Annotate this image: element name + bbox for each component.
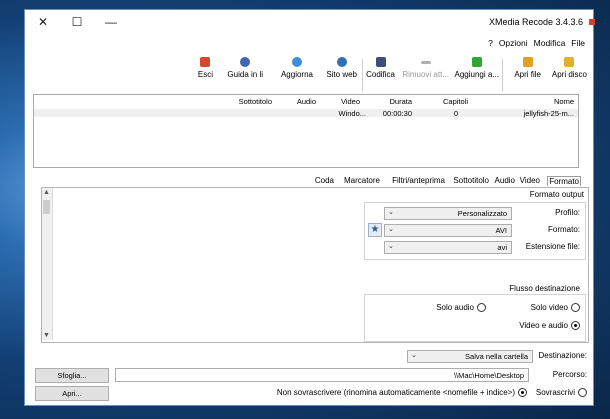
- maximize-icon[interactable]: ☐: [69, 15, 85, 29]
- file-list-table[interactable]: Nome Capitoli Durata Video Audio Sottoti…: [33, 94, 579, 168]
- column-header[interactable]: Durata: [389, 97, 412, 106]
- path-label: Percorso:: [552, 370, 587, 379]
- toolbar-separator: [502, 59, 503, 91]
- window-title: XMedia Recode 3.4.3.6: [488, 17, 583, 27]
- profile-select[interactable]: Personalizzato ⌄: [384, 207, 512, 220]
- disc-icon: [564, 57, 575, 67]
- table-cell: jellyfish-25-m...: [523, 109, 574, 118]
- tab-sottotitolo[interactable]: Sottotitolo: [452, 176, 490, 185]
- no-overwrite-label: Non sovrascrivere (rinomina automaticame…: [276, 388, 515, 397]
- section-label: Formato output: [529, 190, 584, 199]
- tab-coda[interactable]: Coda: [314, 176, 335, 185]
- exit-button[interactable]: Esci: [198, 57, 213, 79]
- globe-icon: [336, 57, 347, 67]
- open-file-button[interactable]: Apri file: [514, 57, 541, 79]
- format-select[interactable]: AVI ⌄: [384, 224, 512, 237]
- minimize-icon[interactable]: —: [103, 15, 119, 29]
- encode-button[interactable]: Codifica: [366, 57, 395, 79]
- menu-bar: File Modifica Opzioni ?: [488, 38, 585, 48]
- destination-stream-group: [364, 294, 586, 342]
- destination-select[interactable]: Salva nella cartella ⌄: [407, 350, 533, 363]
- column-header[interactable]: Audio: [297, 97, 316, 106]
- table-cell: Windo...: [338, 109, 366, 118]
- video-only-radio[interactable]: [571, 303, 580, 312]
- open-disc-button[interactable]: Apri disco: [552, 57, 587, 79]
- menu-modifica[interactable]: Modifica: [534, 38, 566, 48]
- table-cell: 0: [453, 109, 458, 118]
- path-input[interactable]: \\Mac\Home\Desktop: [115, 368, 529, 382]
- menu-file[interactable]: File: [571, 38, 585, 48]
- website-button[interactable]: Sito web: [326, 57, 357, 79]
- folder-icon: [522, 57, 533, 67]
- extension-select[interactable]: avi ⌄: [384, 241, 512, 254]
- menu-help[interactable]: ?: [488, 38, 493, 48]
- help-icon: [240, 57, 251, 67]
- column-header[interactable]: Video: [341, 97, 360, 106]
- tab-formato[interactable]: Formato: [547, 176, 581, 186]
- menu-opzioni[interactable]: Opzioni: [499, 38, 528, 48]
- refresh-icon: [291, 57, 302, 67]
- vertical-scrollbar[interactable]: ▲ ▼: [42, 188, 53, 340]
- scroll-thumb[interactable]: [43, 200, 50, 214]
- destination-label: Destinazione:: [538, 351, 587, 360]
- tab-audio[interactable]: Audio: [494, 176, 516, 185]
- favorite-star-icon[interactable]: ★: [368, 223, 382, 237]
- column-header[interactable]: Sottotitolo: [239, 97, 272, 106]
- video-audio-radio[interactable]: [571, 321, 580, 330]
- table-row[interactable]: [34, 109, 578, 117]
- chevron-down-icon: ⌄: [388, 209, 394, 216]
- audio-only-radio[interactable]: [477, 303, 486, 312]
- online-help-button[interactable]: Guida in li: [227, 57, 263, 79]
- overwrite-radio[interactable]: [578, 388, 587, 397]
- section-label: Flusso destinazione: [509, 284, 580, 293]
- overwrite-label: Sovrascrivi: [535, 388, 575, 397]
- chevron-down-icon: ⌄: [411, 352, 417, 359]
- chevron-down-icon: ⌄: [388, 243, 394, 250]
- extension-label: Estensione file:: [525, 242, 580, 251]
- browse-button[interactable]: Sfoglia...: [35, 368, 109, 383]
- app-icon: [589, 19, 595, 25]
- tab-marcatore[interactable]: Marcatore: [343, 176, 381, 185]
- add-job-button[interactable]: Aggiungi a...: [455, 57, 499, 79]
- chevron-down-icon: ⌄: [388, 226, 394, 233]
- video-audio-label: Video e audio: [519, 321, 568, 330]
- toolbar: Apri disco Apri file Aggiungi a... Rimuo…: [123, 57, 591, 91]
- profile-label: Profilo:: [555, 208, 580, 217]
- minus-icon: [420, 61, 431, 64]
- no-overwrite-radio[interactable]: [518, 388, 527, 397]
- title-bar: ✕ ☐ — XMedia Recode 3.4.3.6: [25, 10, 595, 36]
- column-header[interactable]: Nome: [554, 97, 574, 106]
- app-window: ✕ ☐ — XMedia Recode 3.4.3.6 File Modific…: [24, 9, 595, 406]
- update-button[interactable]: Aggiorna: [281, 57, 313, 79]
- video-only-label: Solo video: [530, 303, 568, 312]
- toolbar-separator: [362, 59, 363, 91]
- encode-icon: [375, 57, 386, 67]
- column-header[interactable]: Capitoli: [443, 97, 468, 106]
- table-cell: 00:00:30: [382, 109, 412, 118]
- plus-icon: [471, 57, 482, 67]
- exit-icon: [200, 57, 211, 67]
- open-button[interactable]: Apri...: [35, 386, 109, 401]
- format-label: Formato:: [547, 225, 580, 234]
- tab-video[interactable]: Video: [519, 176, 541, 185]
- audio-only-label: Solo audio: [436, 303, 474, 312]
- scroll-up-icon[interactable]: ▲: [43, 189, 50, 196]
- tab-filtri[interactable]: Filtri/anteprima: [391, 176, 446, 185]
- close-icon[interactable]: ✕: [35, 15, 51, 29]
- format-panel: ▲ ▼ Formato output Profilo: Personalizza…: [41, 187, 589, 343]
- remove-job-button[interactable]: Rimuovi att...: [402, 57, 449, 79]
- scroll-down-icon[interactable]: ▼: [43, 332, 50, 339]
